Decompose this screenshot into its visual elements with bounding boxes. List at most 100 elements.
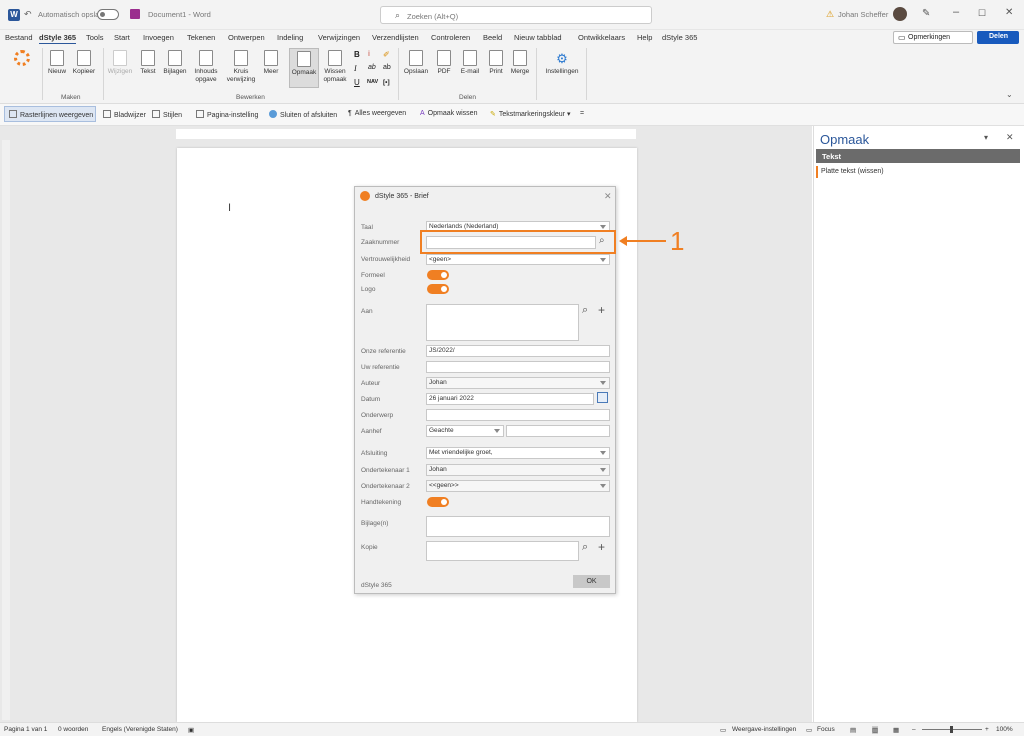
tab-start[interactable]: Start [114,33,130,42]
tab-ontwikkelaars[interactable]: Ontwikkelaars [578,33,625,42]
tekstmarkering-item[interactable]: ✎ Tekstmarkeringskleur ▾ [490,110,570,118]
tab-beeld[interactable]: Beeld [483,33,502,42]
tab-controleren[interactable]: Controleren [431,33,470,42]
kopie-search-icon[interactable]: ⌕ [582,541,588,554]
tab-help[interactable]: Help [637,33,652,42]
wijzigen-button[interactable]: Wijzigen [107,50,133,76]
pane-item-platte-tekst[interactable]: Platte tekst (wissen) [821,168,884,175]
ondertekenaar1-dropdown[interactable]: Johan [426,464,610,476]
maximize-icon[interactable]: ☐ [978,8,986,19]
nav-button[interactable]: NAV [367,79,378,85]
email-button[interactable]: E-mail [458,50,482,76]
autosave-toggle[interactable] [97,9,119,20]
read-mode-icon[interactable]: ▤ [850,726,856,734]
aan-search-icon[interactable]: ⌕ [582,304,588,317]
avatar[interactable] [893,7,907,21]
user-name[interactable]: Johan Scheffer [838,10,888,19]
uw-referentie-input[interactable] [426,361,610,373]
rasterlijnen-item[interactable]: Rasterlijnen weergeven [9,110,93,119]
focus-mode[interactable]: Focus [817,726,835,733]
tab-tekenen[interactable]: Tekenen [187,33,215,42]
tab-tools[interactable]: Tools [86,33,104,42]
zoom-in-icon[interactable]: + [985,726,989,733]
share-button[interactable]: Delen [977,31,1019,44]
dialog-close-icon[interactable]: ✕ [604,191,612,202]
small-ab-button[interactable]: ab [383,64,391,71]
pane-options-icon[interactable]: ▾ [984,133,988,142]
save-icon[interactable] [130,9,140,19]
tab-nieuw-tabblad[interactable]: Nieuw tabblad [514,33,562,42]
kopieer-button[interactable]: Kopieer [71,50,97,76]
tab-verzendlijsten[interactable]: Verzendlijsten [372,33,419,42]
print-button[interactable]: Print [486,50,506,76]
bladwijzer-item[interactable]: Bladwijzer [103,110,146,119]
pagina-instelling-item[interactable]: Pagina-instelling [196,110,258,119]
pane-close-icon[interactable]: ✕ [1006,132,1014,143]
strike-button[interactable]: ab [368,64,376,71]
tab-verwijzingen[interactable]: Verwijzingen [318,33,360,42]
search-input[interactable]: ⌕ Zoeken (Alt+Q) [380,6,652,24]
page-count[interactable]: Pagina 1 van 1 [4,726,47,733]
stijlen-item[interactable]: Stijlen [152,110,182,119]
tab-bestand[interactable]: Bestand [5,33,33,42]
tab-dstyle-active[interactable]: dStyle 365 [39,33,77,45]
merge-button[interactable]: Merge [509,50,531,76]
web-layout-icon[interactable]: ▦ [893,726,899,734]
tab-ontwerpen[interactable]: Ontwerpen [228,33,265,42]
ok-button[interactable]: OK [573,575,610,588]
datum-input[interactable]: 26 januari 2022 [426,393,594,405]
horizontal-ruler[interactable] [176,129,636,139]
dstyle-logo-icon[interactable] [14,50,30,66]
zoom-slider-handle[interactable] [950,726,953,733]
aanhef-naam-input[interactable] [506,425,610,437]
print-layout-icon[interactable]: ▥ [872,726,879,734]
aanhef-dropdown[interactable]: Geachte [426,425,504,437]
instellingen-button[interactable]: ⚙ Instellingen [542,50,582,76]
afsluiting-dropdown[interactable]: Met vriendelijke groet, [426,447,610,459]
opmaak-wissen-item[interactable]: A Opmaak wissen [420,110,477,117]
close-icon[interactable]: ✕ [1005,7,1013,18]
vertrouwelijkheid-dropdown[interactable]: <geen> [426,254,610,265]
number-icon[interactable]: ⅰ [368,50,370,58]
nieuw-button[interactable]: Nieuw [46,50,68,76]
minimize-icon[interactable]: – [953,6,959,18]
underline-button[interactable]: U [354,78,360,87]
language-status[interactable]: Engels (Verenigde Staten) [102,726,178,733]
zoom-level[interactable]: 100% [996,726,1013,733]
kruisverwijzing-button[interactable]: Kruis verwijzing [224,50,258,84]
tab-invoegen[interactable]: Invoegen [143,33,174,42]
onderwerp-input[interactable] [426,409,610,421]
logo-toggle[interactable] [427,284,449,294]
calendar-icon[interactable] [597,392,608,403]
opmaak-button[interactable]: Opmaak [289,48,319,88]
comments-button[interactable]: ▭ Opmerkingen [893,31,973,44]
bijlagen-button[interactable]: Bijlagen [162,50,188,76]
opslaan-button[interactable]: Opslaan [402,50,430,76]
onze-referentie-input[interactable]: JS/2022/ [426,345,610,357]
ondertekenaar2-dropdown[interactable]: <<geen>> [426,480,610,492]
pdf-button[interactable]: PDF [434,50,454,76]
aan-input[interactable] [426,304,579,341]
wissen-opmaak-button[interactable]: Wissen opmaak [321,50,349,84]
tekst-button[interactable]: Tekst [138,50,158,76]
kopie-add-icon[interactable]: + [598,540,605,554]
field-button[interactable]: [•] [383,79,390,86]
aan-add-icon[interactable]: + [598,303,605,317]
collapse-ribbon-icon[interactable]: ⌄ [1006,90,1013,99]
display-settings-icon[interactable]: ▭ [720,726,726,734]
formeel-toggle[interactable] [427,270,449,280]
display-settings[interactable]: Weergave-instellingen [732,726,796,733]
focus-icon[interactable]: ▭ [806,726,812,734]
meer-button[interactable]: Meer [260,50,282,76]
inhoudsopgave-button[interactable]: Inhouds opgave [191,50,221,84]
pen-icon[interactable]: ✎ [922,8,930,19]
zoom-out-icon[interactable]: – [912,726,916,733]
kopie-input[interactable] [426,541,579,561]
warning-icon[interactable]: ⚠ [826,9,834,20]
bold-button[interactable]: B [354,50,360,59]
tab-indeling[interactable]: Indeling [277,33,303,42]
italic-button[interactable]: I [354,64,357,73]
auteur-dropdown[interactable]: Johan [426,377,610,389]
bijlage-input[interactable] [426,516,610,537]
alles-weergeven-item[interactable]: ¶ Alles weergeven [348,110,406,117]
